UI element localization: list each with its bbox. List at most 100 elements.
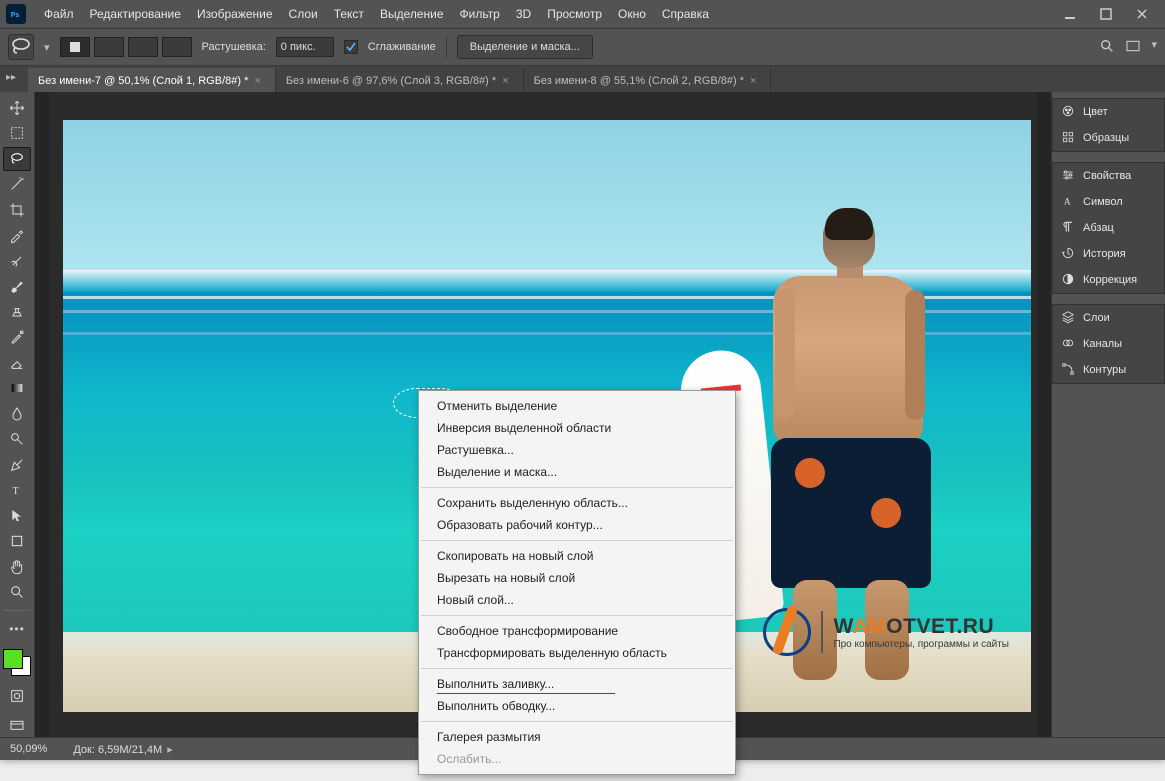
panel-Коррекция[interactable]: Коррекция <box>1053 267 1164 293</box>
document-tab-0[interactable]: Без имени-7 @ 50,1% (Слой 1, RGB/8#) *× <box>28 68 276 94</box>
lasso-icon[interactable] <box>8 34 34 60</box>
expand-toolbox-icon[interactable]: ▸▸ <box>6 72 16 83</box>
panel-label: Образцы <box>1083 132 1129 144</box>
panel-Контуры[interactable]: Контуры <box>1053 357 1164 383</box>
ctx-инверсия-выделенной-области[interactable]: Инверсия выделенной области <box>419 417 735 439</box>
close-icon[interactable]: × <box>750 75 756 87</box>
panel-История[interactable]: История <box>1053 241 1164 267</box>
document-tab-2[interactable]: Без имени-8 @ 55,1% (Слой 2, RGB/8#) *× <box>524 68 772 94</box>
panel-Абзац[interactable]: Абзац <box>1053 215 1164 241</box>
feather-label: Растушевка: <box>202 41 266 53</box>
menu-bar: Ps ФайлРедактированиеИзображениеСлоиТекс… <box>0 0 1165 28</box>
menu-выделение[interactable]: Выделение <box>372 0 452 28</box>
screen-mode-icon[interactable] <box>3 714 31 738</box>
history-brush-tool-icon[interactable] <box>3 326 31 350</box>
panel-label: Слои <box>1083 312 1110 324</box>
pen-tool-icon[interactable] <box>3 453 31 477</box>
svg-text:T: T <box>12 486 19 497</box>
marquee-tool-icon[interactable] <box>3 122 31 146</box>
ctx-выполнить-обводку-[interactable]: Выполнить обводку... <box>419 695 735 717</box>
panel-dock: Цвет Образцы СвойстваAСимволАбзацИстория К… <box>1051 92 1165 738</box>
panel-label: Коррекция <box>1083 274 1137 286</box>
menu-просмотр[interactable]: Просмотр <box>539 0 610 28</box>
antialias-checkbox[interactable] <box>344 40 358 54</box>
ctx-галерея-размытия[interactable]: Галерея размытия <box>419 726 735 748</box>
ctx-сохранить-выделенную-область-[interactable]: Сохранить выделенную область... <box>419 492 735 514</box>
search-icon[interactable] <box>1099 38 1115 57</box>
menu-справка[interactable]: Справка <box>654 0 717 28</box>
ctx-скопировать-на-новый-слой[interactable]: Скопировать на новый слой <box>419 545 735 567</box>
maximize-button[interactable] <box>1089 3 1123 25</box>
type-tool-icon[interactable]: T <box>3 479 31 503</box>
zoom-tool-icon[interactable] <box>3 581 31 605</box>
svg-text:Ps: Ps <box>11 12 20 19</box>
document-tab-1[interactable]: Без имени-6 @ 97,6% (Слой 3, RGB/8#) *× <box>276 68 524 94</box>
menu-текст[interactable]: Текст <box>326 0 372 28</box>
panel-icon <box>1061 272 1075 289</box>
eraser-tool-icon[interactable] <box>3 351 31 375</box>
close-icon[interactable]: × <box>502 75 508 87</box>
ctx-отменить-выделение[interactable]: Отменить выделение <box>419 395 735 417</box>
shape-tool-icon[interactable] <box>3 530 31 554</box>
ctx-растушевка-[interactable]: Растушевка... <box>419 439 735 461</box>
color-swatches[interactable] <box>3 649 31 676</box>
blur-tool-icon[interactable] <box>3 402 31 426</box>
panel-Каналы[interactable]: Каналы <box>1053 331 1164 357</box>
svg-text:A: A <box>1064 197 1071 207</box>
menu-редактирование[interactable]: Редактирование <box>82 0 189 28</box>
selection-mode-icons[interactable] <box>60 37 192 57</box>
gradient-tool-icon[interactable] <box>3 377 31 401</box>
menu-фильтр[interactable]: Фильтр <box>452 0 508 28</box>
close-button[interactable] <box>1125 3 1159 25</box>
menu-слои[interactable]: Слои <box>281 0 326 28</box>
app-logo: Ps <box>6 4 26 24</box>
panel-group-layers: Слои Каналы Контуры <box>1052 304 1165 384</box>
panel-Слои[interactable]: Слои <box>1053 305 1164 331</box>
path-selection-tool-icon[interactable] <box>3 504 31 528</box>
menu-изображение[interactable]: Изображение <box>189 0 281 28</box>
close-icon[interactable]: × <box>254 75 260 87</box>
edit-toolbar-icon[interactable]: ••• <box>3 617 31 641</box>
share-icon[interactable] <box>1125 38 1141 57</box>
watermark: WAMOTVET.RU Про компьютеры, программы и … <box>763 608 1009 656</box>
eyedropper-tool-icon[interactable] <box>3 224 31 248</box>
separator <box>421 540 733 541</box>
panel-Цвет[interactable]: Цвет <box>1053 99 1164 125</box>
ctx-образовать-рабочий-контур-[interactable]: Образовать рабочий контур... <box>419 514 735 536</box>
foreground-color-swatch[interactable] <box>3 649 23 669</box>
feather-input[interactable] <box>276 37 334 57</box>
panel-Образцы[interactable]: Образцы <box>1053 125 1164 151</box>
panel-Свойства[interactable]: Свойства <box>1053 163 1164 189</box>
clone-stamp-tool-icon[interactable] <box>3 300 31 324</box>
panel-label: Контуры <box>1083 364 1126 376</box>
watermark-icon <box>763 608 811 656</box>
ctx-вырезать-на-новый-слой[interactable]: Вырезать на новый слой <box>419 567 735 589</box>
ctx-выделение-и-маска-[interactable]: Выделение и маска... <box>419 461 735 483</box>
magic-wand-tool-icon[interactable] <box>3 173 31 197</box>
quick-mask-icon[interactable] <box>3 684 31 708</box>
minimize-button[interactable] <box>1053 3 1087 25</box>
workspace-chevron-icon[interactable]: ▾ <box>1151 38 1157 57</box>
hand-tool-icon[interactable] <box>3 555 31 579</box>
zoom-level[interactable]: 50,09% <box>10 743 47 755</box>
menu-3d[interactable]: 3D <box>508 0 539 28</box>
panel-icon <box>1061 168 1075 185</box>
ctx-трансформировать-выделенную-область[interactable]: Трансформировать выделенную область <box>419 642 735 664</box>
menu-окно[interactable]: Окно <box>610 0 654 28</box>
move-tool-icon[interactable] <box>3 96 31 120</box>
crop-tool-icon[interactable] <box>3 198 31 222</box>
ctx-новый-слой-[interactable]: Новый слой... <box>419 589 735 611</box>
panel-icon <box>1061 362 1075 379</box>
healing-brush-tool-icon[interactable] <box>3 249 31 273</box>
brush-tool-icon[interactable] <box>3 275 31 299</box>
panel-icon <box>1061 310 1075 327</box>
separator <box>421 487 733 488</box>
ctx-выполнить-заливку-[interactable]: Выполнить заливку... <box>419 673 735 695</box>
select-and-mask-button[interactable]: Выделение и маска... <box>457 35 593 59</box>
menu-файл[interactable]: Файл <box>36 0 82 28</box>
lasso-tool-icon[interactable] <box>3 147 31 171</box>
ctx-свободное-трансформирование[interactable]: Свободное трансформирование <box>419 620 735 642</box>
dodge-tool-icon[interactable] <box>3 428 31 452</box>
panel-label: Цвет <box>1083 106 1108 118</box>
panel-Символ[interactable]: AСимвол <box>1053 189 1164 215</box>
